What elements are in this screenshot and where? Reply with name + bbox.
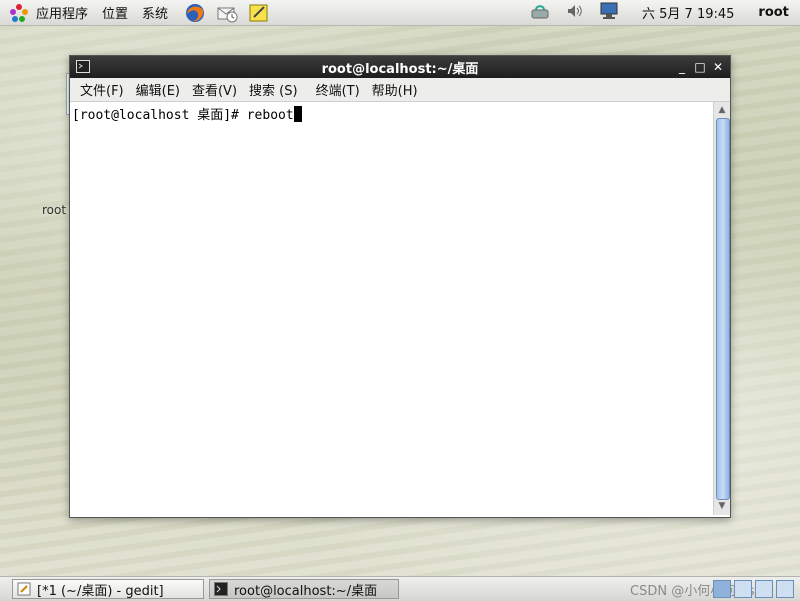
workspace-3[interactable] [755, 580, 773, 598]
network-status-icon[interactable] [598, 1, 620, 25]
menu-places[interactable]: 位置 [102, 3, 128, 22]
text-cursor [293, 106, 302, 122]
network-manager-icon[interactable] [530, 2, 552, 24]
gedit-icon [17, 582, 31, 596]
menu-file[interactable]: 文件(F) [80, 80, 124, 99]
scroll-down-arrow-icon[interactable]: ▼ [715, 499, 729, 513]
menu-terminal[interactable]: 终端(T) [316, 80, 360, 99]
taskbar-item-gedit[interactable]: [*1 (~/桌面) - gedit] [12, 579, 204, 599]
user-menu[interactable]: root [758, 5, 789, 20]
taskbar-item-label: [*1 (~/桌面) - gedit] [37, 583, 164, 599]
bottom-taskbar: [*1 (~/桌面) - gedit] root@localhost:~/桌面 … [0, 576, 800, 601]
terminal-icon [214, 582, 228, 596]
terminal-window: root@localhost:~/桌面 _ □ ✕ 文件(F) 编辑(E) 查看… [69, 55, 731, 518]
firefox-icon[interactable] [184, 2, 206, 24]
window-title: root@localhost:~/桌面 [321, 61, 479, 77]
menu-view[interactable]: 查看(V) [192, 80, 237, 99]
menu-search[interactable]: 搜索 (S) [249, 80, 298, 99]
mail-client-icon[interactable] [216, 2, 238, 24]
menu-edit[interactable]: 编辑(E) [136, 80, 180, 99]
desktop-icon-label[interactable]: root [42, 203, 66, 217]
scrollbar-thumb[interactable] [716, 118, 730, 500]
top-panel: 应用程序 位置 系统 六 5月 7 19:45 root [0, 0, 800, 26]
workspace-1[interactable] [713, 580, 731, 598]
command-line: [root@localhost 桌面]# reboot [72, 104, 302, 123]
shell-prompt: [root@localhost 桌面]# [72, 108, 247, 123]
text-editor-icon[interactable] [248, 2, 270, 24]
clock[interactable]: 六 5月 7 19:45 [642, 3, 734, 22]
taskbar-item-label: root@localhost:~/桌面 [234, 583, 378, 599]
terminal-output[interactable]: [root@localhost 桌面]# reboot [70, 102, 713, 515]
minimize-button[interactable]: _ [674, 58, 690, 76]
terminal-menubar: 文件(F) 编辑(E) 查看(V) 搜索 (S) 终端(T) 帮助(H) [70, 78, 730, 102]
workspace-4[interactable] [776, 580, 794, 598]
vertical-scrollbar[interactable]: ▲ ▼ [713, 102, 730, 515]
typed-command: reboot [246, 108, 294, 123]
window-titlebar[interactable]: root@localhost:~/桌面 _ □ ✕ [70, 56, 730, 78]
menu-system[interactable]: 系统 [142, 3, 168, 22]
menu-help[interactable]: 帮助(H) [372, 80, 418, 99]
menu-applications[interactable]: 应用程序 [36, 3, 88, 22]
system-tray: 六 5月 7 19:45 root [530, 0, 789, 25]
applications-logo-icon[interactable] [8, 2, 30, 24]
maximize-button[interactable]: □ [692, 58, 708, 76]
workspace-2[interactable] [734, 580, 752, 598]
taskbar-item-terminal[interactable]: root@localhost:~/桌面 [209, 579, 399, 599]
volume-icon[interactable] [566, 2, 584, 24]
scroll-up-arrow-icon[interactable]: ▲ [715, 103, 729, 117]
close-button[interactable]: ✕ [710, 58, 726, 76]
